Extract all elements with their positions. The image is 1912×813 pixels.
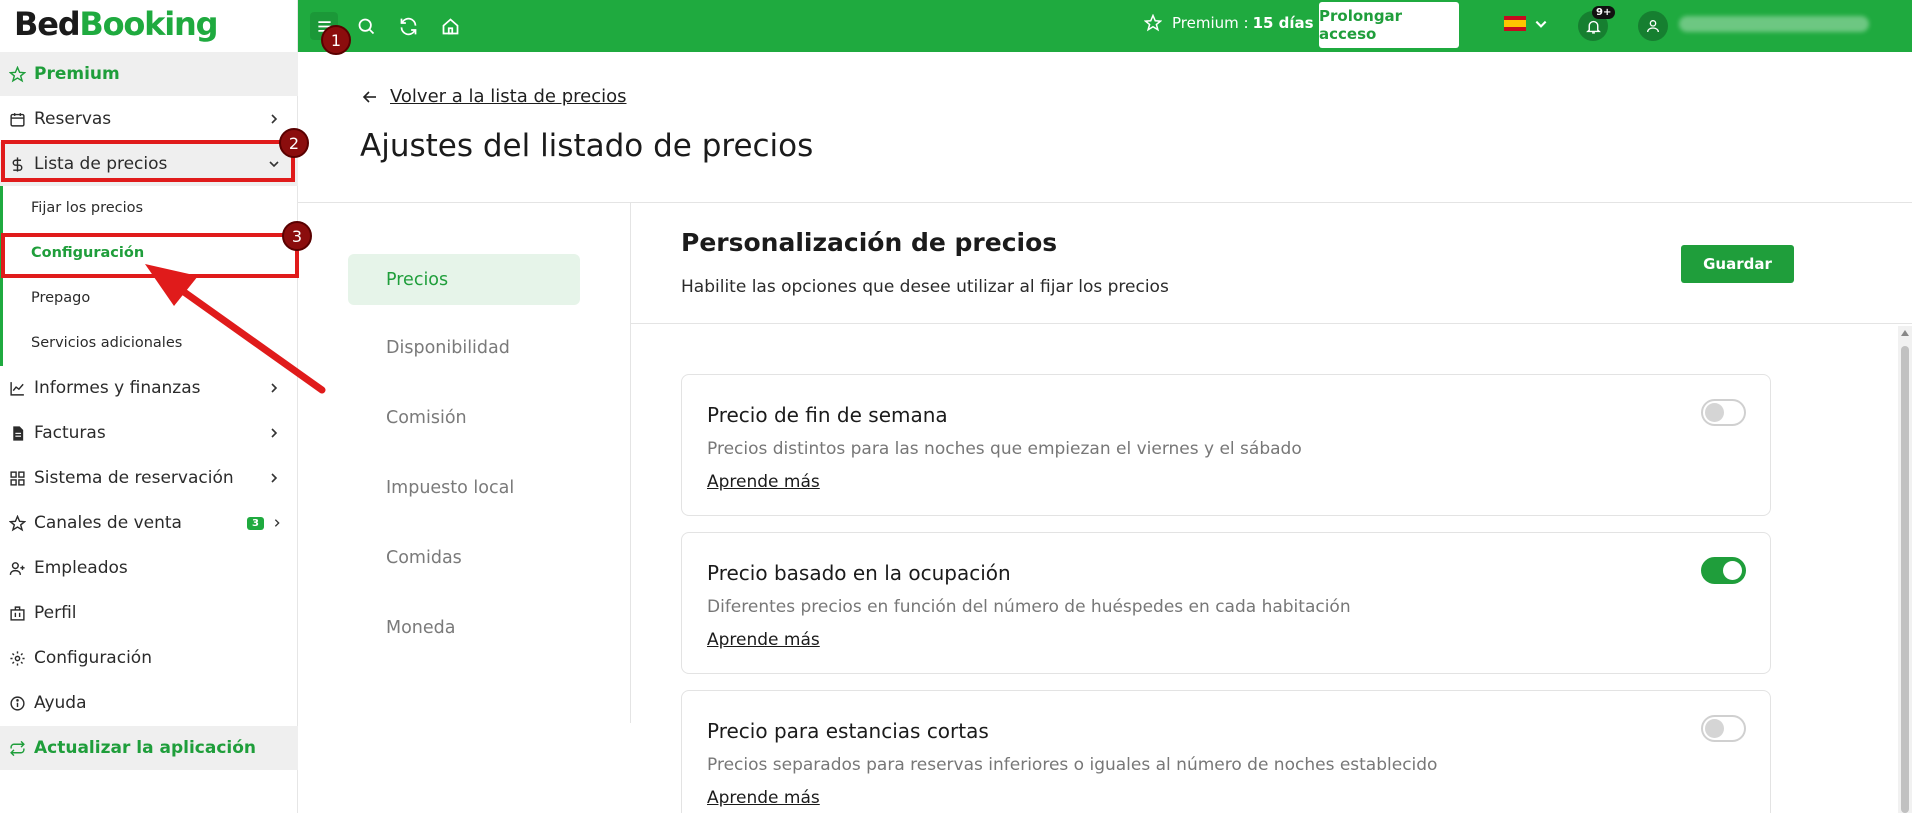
- submenu-item-label: Prepago: [31, 290, 91, 306]
- count-badge: 3: [247, 516, 264, 530]
- section-divider: [631, 323, 1912, 324]
- card-description: Precios distintos para las noches que em…: [707, 439, 1302, 459]
- sidebar-item-perfil[interactable]: Perfil: [0, 591, 298, 635]
- pricing-option-card: Precio basado en la ocupación Diferentes…: [681, 532, 1771, 674]
- sidebar-item-label: Reservas: [34, 109, 112, 129]
- pricing-option-card: Precio para estancias cortas Precios sep…: [681, 690, 1771, 813]
- sidebar-item-facturas[interactable]: Facturas: [0, 411, 298, 455]
- invoice-icon: [0, 425, 34, 442]
- chevron-right-icon: [266, 113, 282, 125]
- user-icon[interactable]: [1638, 11, 1668, 41]
- sidebar-item-label: Configuración: [34, 648, 152, 668]
- sidebar-item-ayuda[interactable]: Ayuda: [0, 681, 298, 725]
- sidebar-item-label: Premium: [34, 64, 120, 84]
- learn-more-link[interactable]: Aprende más: [707, 630, 820, 650]
- settings-tab-disponibilidad[interactable]: Disponibilidad: [348, 313, 580, 383]
- refresh-icon: [0, 740, 34, 757]
- card-title: Precio de fin de semana: [707, 403, 948, 427]
- sidebar: BedBooking Premium Reservas Lista de pre…: [0, 0, 298, 813]
- nav-divider: [630, 203, 631, 723]
- chevron-down-icon[interactable]: [1534, 17, 1548, 31]
- save-button[interactable]: Guardar: [1681, 245, 1794, 283]
- blurred-user-name[interactable]: [1679, 16, 1869, 32]
- short-stay-price-toggle[interactable]: [1701, 715, 1746, 742]
- sidebar-item-sistema[interactable]: Sistema de reservación: [0, 456, 298, 500]
- prolong-access-button[interactable]: Prolongar acceso: [1319, 2, 1459, 48]
- brand-logo[interactable]: BedBooking: [14, 5, 219, 43]
- chevron-right-icon: [266, 427, 282, 439]
- pricing-option-card: Precio de fin de semana Precios distinto…: [681, 374, 1771, 516]
- top-bar: Premium :15 días Prolongar acceso 9+: [298, 0, 1912, 52]
- settings-tab-moneda[interactable]: Moneda: [348, 593, 580, 663]
- logo-part-bed: Bed: [14, 5, 81, 43]
- star-icon: [0, 65, 34, 83]
- scrollbar[interactable]: [1898, 326, 1912, 813]
- star-icon: [0, 514, 34, 532]
- sidebar-item-label: Canales de venta: [34, 513, 182, 533]
- chevron-right-icon: [272, 517, 282, 529]
- card-title: Precio para estancias cortas: [707, 719, 989, 743]
- highlight-box-lista-precios: [1, 140, 295, 182]
- learn-more-link[interactable]: Aprende más: [707, 788, 820, 808]
- sidebar-item-label: Actualizar la aplicación: [34, 738, 257, 758]
- section-subtitle: Habilite las opciones que desee utilizar…: [681, 277, 1169, 297]
- home-icon[interactable]: [436, 12, 464, 40]
- card-title: Precio basado en la ocupación: [707, 561, 1011, 585]
- settings-nav: Precios Disponibilidad Comisión Impuesto…: [348, 254, 580, 663]
- grid-icon: [0, 470, 34, 487]
- notification-badge: 9+: [1592, 6, 1616, 19]
- step-marker-3: 3: [282, 221, 312, 251]
- user-plus-icon: [0, 560, 34, 577]
- premium-status: Premium :15 días: [1144, 14, 1314, 32]
- sidebar-item-reservas[interactable]: Reservas: [0, 97, 298, 141]
- occupancy-price-toggle[interactable]: [1701, 557, 1746, 584]
- chevron-right-icon: [266, 472, 282, 484]
- sidebar-item-configuracion[interactable]: Configuración: [0, 636, 298, 680]
- sidebar-item-canales[interactable]: Canales de venta 3: [0, 501, 298, 545]
- back-link[interactable]: Volver a la lista de precios: [362, 86, 627, 107]
- card-description: Precios separados para reservas inferior…: [707, 755, 1438, 775]
- settings-tab-impuesto-local[interactable]: Impuesto local: [348, 453, 580, 523]
- sidebar-item-empleados[interactable]: Empleados: [0, 546, 298, 590]
- sidebar-item-label: Sistema de reservación: [34, 468, 234, 488]
- sidebar-item-label: Ayuda: [34, 693, 87, 713]
- submenu-item-fijar-precios[interactable]: Fijar los precios: [0, 186, 298, 230]
- card-description: Diferentes precios en función del número…: [707, 597, 1351, 617]
- step-marker-2: 2: [279, 128, 309, 158]
- calendar-icon: [0, 111, 34, 128]
- settings-tab-precios[interactable]: Precios: [348, 254, 580, 305]
- chart-icon: [0, 380, 34, 397]
- annotation-arrow: [145, 264, 326, 394]
- settings-tab-comidas[interactable]: Comidas: [348, 523, 580, 593]
- sidebar-item-label: Facturas: [34, 423, 106, 443]
- logo-part-booking: Booking: [79, 5, 218, 43]
- sidebar-item-premium[interactable]: Premium: [0, 52, 298, 96]
- star-icon: [1144, 14, 1162, 32]
- building-icon: [0, 605, 34, 622]
- spain-flag-icon[interactable]: [1504, 16, 1526, 31]
- search-icon[interactable]: [352, 12, 380, 40]
- back-link-label: Volver a la lista de precios: [390, 86, 627, 107]
- premium-label: Premium :: [1172, 14, 1249, 32]
- premium-days: 15 días: [1252, 14, 1314, 32]
- submenu-item-label: Fijar los precios: [31, 200, 144, 216]
- header-divider: [298, 202, 1912, 203]
- refresh-icon[interactable]: [394, 12, 422, 40]
- sidebar-item-label: Empleados: [34, 558, 128, 578]
- settings-tab-comision[interactable]: Comisión: [348, 383, 580, 453]
- sidebar-item-label: Perfil: [34, 603, 77, 623]
- info-icon: [0, 695, 34, 712]
- page-title: Ajustes del listado de precios: [360, 128, 814, 164]
- learn-more-link[interactable]: Aprende más: [707, 472, 820, 492]
- arrow-left-icon: [362, 90, 376, 103]
- gear-icon: [0, 650, 34, 667]
- section-title: Personalización de precios: [681, 228, 1058, 257]
- step-marker-1: 1: [321, 25, 351, 55]
- sidebar-item-actualizar[interactable]: Actualizar la aplicación: [0, 726, 298, 770]
- weekend-price-toggle[interactable]: [1701, 399, 1746, 426]
